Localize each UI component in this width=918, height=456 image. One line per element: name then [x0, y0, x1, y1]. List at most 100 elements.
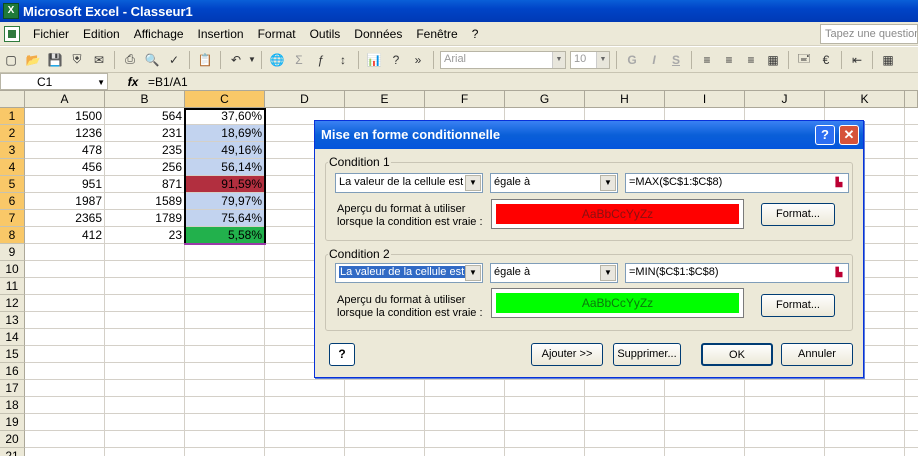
cell-a2[interactable]: 1236	[25, 125, 105, 142]
menu-edition[interactable]: Edition	[76, 27, 127, 41]
row-header-4[interactable]: 4	[0, 159, 25, 176]
column-header-i[interactable]: I	[665, 91, 745, 108]
condition-2-format-button[interactable]: Format...	[761, 294, 835, 317]
cell-a6[interactable]: 1987	[25, 193, 105, 210]
condition-1-format-button[interactable]: Format...	[761, 203, 835, 226]
row-header-18[interactable]: 18	[0, 397, 25, 414]
bold-button[interactable]: G	[622, 50, 642, 70]
cell-c5[interactable]: 91,59%	[185, 176, 265, 193]
row-header-20[interactable]: 20	[0, 431, 25, 448]
function-icon[interactable]: ƒ	[311, 50, 331, 70]
row-header-2[interactable]: 2	[0, 125, 25, 142]
row-header-7[interactable]: 7	[0, 210, 25, 227]
menu-fichier[interactable]: Fichier	[26, 27, 76, 41]
column-header-h[interactable]: H	[585, 91, 665, 108]
dialog-title-bar[interactable]: Mise en forme conditionnelle ? ✕	[315, 121, 863, 149]
row-header-1[interactable]: 1	[0, 108, 25, 125]
row-header-16[interactable]: 16	[0, 363, 25, 380]
row-header-21[interactable]: 21	[0, 448, 25, 456]
help-icon[interactable]: ?	[386, 50, 406, 70]
cell-b5[interactable]: 871	[105, 176, 185, 193]
row-header-19[interactable]: 19	[0, 414, 25, 431]
help-icon[interactable]: ?	[815, 125, 835, 145]
align-right-icon[interactable]: ≡	[741, 50, 761, 70]
decrease-indent-icon[interactable]: ⇤	[847, 50, 867, 70]
column-header-f[interactable]: F	[425, 91, 505, 108]
cell-c8[interactable]: 5,58%	[185, 227, 265, 244]
column-header-j[interactable]: J	[745, 91, 825, 108]
italic-button[interactable]: I	[644, 50, 664, 70]
font-size-combo[interactable]: 10 ▼	[570, 50, 610, 69]
column-header-g[interactable]: G	[505, 91, 585, 108]
column-header-a[interactable]: A	[25, 91, 105, 108]
cell-c3[interactable]: 49,16%	[185, 142, 265, 159]
cell-b4[interactable]: 256	[105, 159, 185, 176]
menu-outils[interactable]: Outils	[303, 27, 348, 41]
cell-c1[interactable]: 37,60%	[185, 108, 265, 125]
paste-icon[interactable]: 📋	[195, 50, 215, 70]
undo-dropdown-icon[interactable]: ▼	[248, 50, 256, 70]
toolbar-options-icon[interactable]: »	[408, 50, 428, 70]
print-preview-icon[interactable]: 🔍	[142, 50, 162, 70]
row-header-15[interactable]: 15	[0, 346, 25, 363]
cell-c2[interactable]: 18,69%	[185, 125, 265, 142]
menu-format[interactable]: Format	[251, 27, 303, 41]
menu-insertion[interactable]: Insertion	[191, 27, 251, 41]
cancel-button[interactable]: Annuler	[781, 343, 853, 366]
row-header-3[interactable]: 3	[0, 142, 25, 159]
condition-2-operator-select[interactable]: égale à ▼	[490, 263, 618, 283]
cell-c7[interactable]: 75,64%	[185, 210, 265, 227]
column-header-c[interactable]: C	[185, 91, 265, 108]
hyperlink-icon[interactable]: 🌐	[267, 50, 287, 70]
row-header-11[interactable]: 11	[0, 278, 25, 295]
sort-ascending-icon[interactable]: ↕	[333, 50, 353, 70]
menu-affichage[interactable]: Affichage	[127, 27, 191, 41]
help-question-input[interactable]: Tapez une question	[820, 24, 918, 44]
align-left-icon[interactable]: ≡	[697, 50, 717, 70]
cell-a8[interactable]: 412	[25, 227, 105, 244]
column-header-k[interactable]: K	[825, 91, 905, 108]
condition-1-operator-select[interactable]: égale à ▼	[490, 173, 618, 193]
save-icon[interactable]: 💾	[45, 50, 65, 70]
menu-aide[interactable]: ?	[465, 27, 486, 41]
range-select-icon[interactable]: ▙	[831, 265, 847, 281]
row-header-14[interactable]: 14	[0, 329, 25, 346]
condition-2-type-select[interactable]: La valeur de la cellule est ▼	[335, 263, 483, 283]
underline-button[interactable]: S	[666, 50, 686, 70]
new-icon[interactable]: ▢	[1, 50, 21, 70]
delete-condition-button[interactable]: Supprimer...	[613, 343, 681, 366]
column-header-e[interactable]: E	[345, 91, 425, 108]
dialog-help-button[interactable]: ?	[329, 343, 355, 366]
cell-b3[interactable]: 235	[105, 142, 185, 159]
row-header-5[interactable]: 5	[0, 176, 25, 193]
add-condition-button[interactable]: Ajouter >>	[531, 343, 603, 366]
condition-2-value-input[interactable]: =MIN($C$1:$C$8) ▙	[625, 263, 849, 283]
borders-icon[interactable]: ▦	[878, 50, 898, 70]
menu-donnees[interactable]: Données	[347, 27, 409, 41]
row-header-10[interactable]: 10	[0, 261, 25, 278]
print-icon[interactable]: ⎙	[120, 50, 140, 70]
merge-center-icon[interactable]: ▦	[763, 50, 783, 70]
ok-button[interactable]: OK	[701, 343, 773, 366]
cell-c6[interactable]: 79,97%	[185, 193, 265, 210]
euro-icon[interactable]: €	[816, 50, 836, 70]
chart-wizard-icon[interactable]: 📊	[364, 50, 384, 70]
column-header-b[interactable]: B	[105, 91, 185, 108]
condition-1-value-input[interactable]: =MAX($C$1:$C$8) ▙	[625, 173, 849, 193]
font-combo[interactable]: Arial ▼	[440, 50, 566, 69]
cell-b1[interactable]: 564	[105, 108, 185, 125]
email-icon[interactable]: ✉	[89, 50, 109, 70]
menu-fenetre[interactable]: Fenêtre	[409, 27, 464, 41]
column-header-d[interactable]: D	[265, 91, 345, 108]
cell-b6[interactable]: 1589	[105, 193, 185, 210]
open-icon[interactable]: 📂	[23, 50, 43, 70]
row-header-8[interactable]: 8	[0, 227, 25, 244]
undo-icon[interactable]: ↶	[226, 50, 246, 70]
cell-a4[interactable]: 456	[25, 159, 105, 176]
spelling-icon[interactable]: ✓	[164, 50, 184, 70]
cell-b2[interactable]: 231	[105, 125, 185, 142]
column-header-l[interactable]	[905, 91, 918, 108]
cell-c4[interactable]: 56,14%	[185, 159, 265, 176]
row-header-13[interactable]: 13	[0, 312, 25, 329]
cell-a5[interactable]: 951	[25, 176, 105, 193]
